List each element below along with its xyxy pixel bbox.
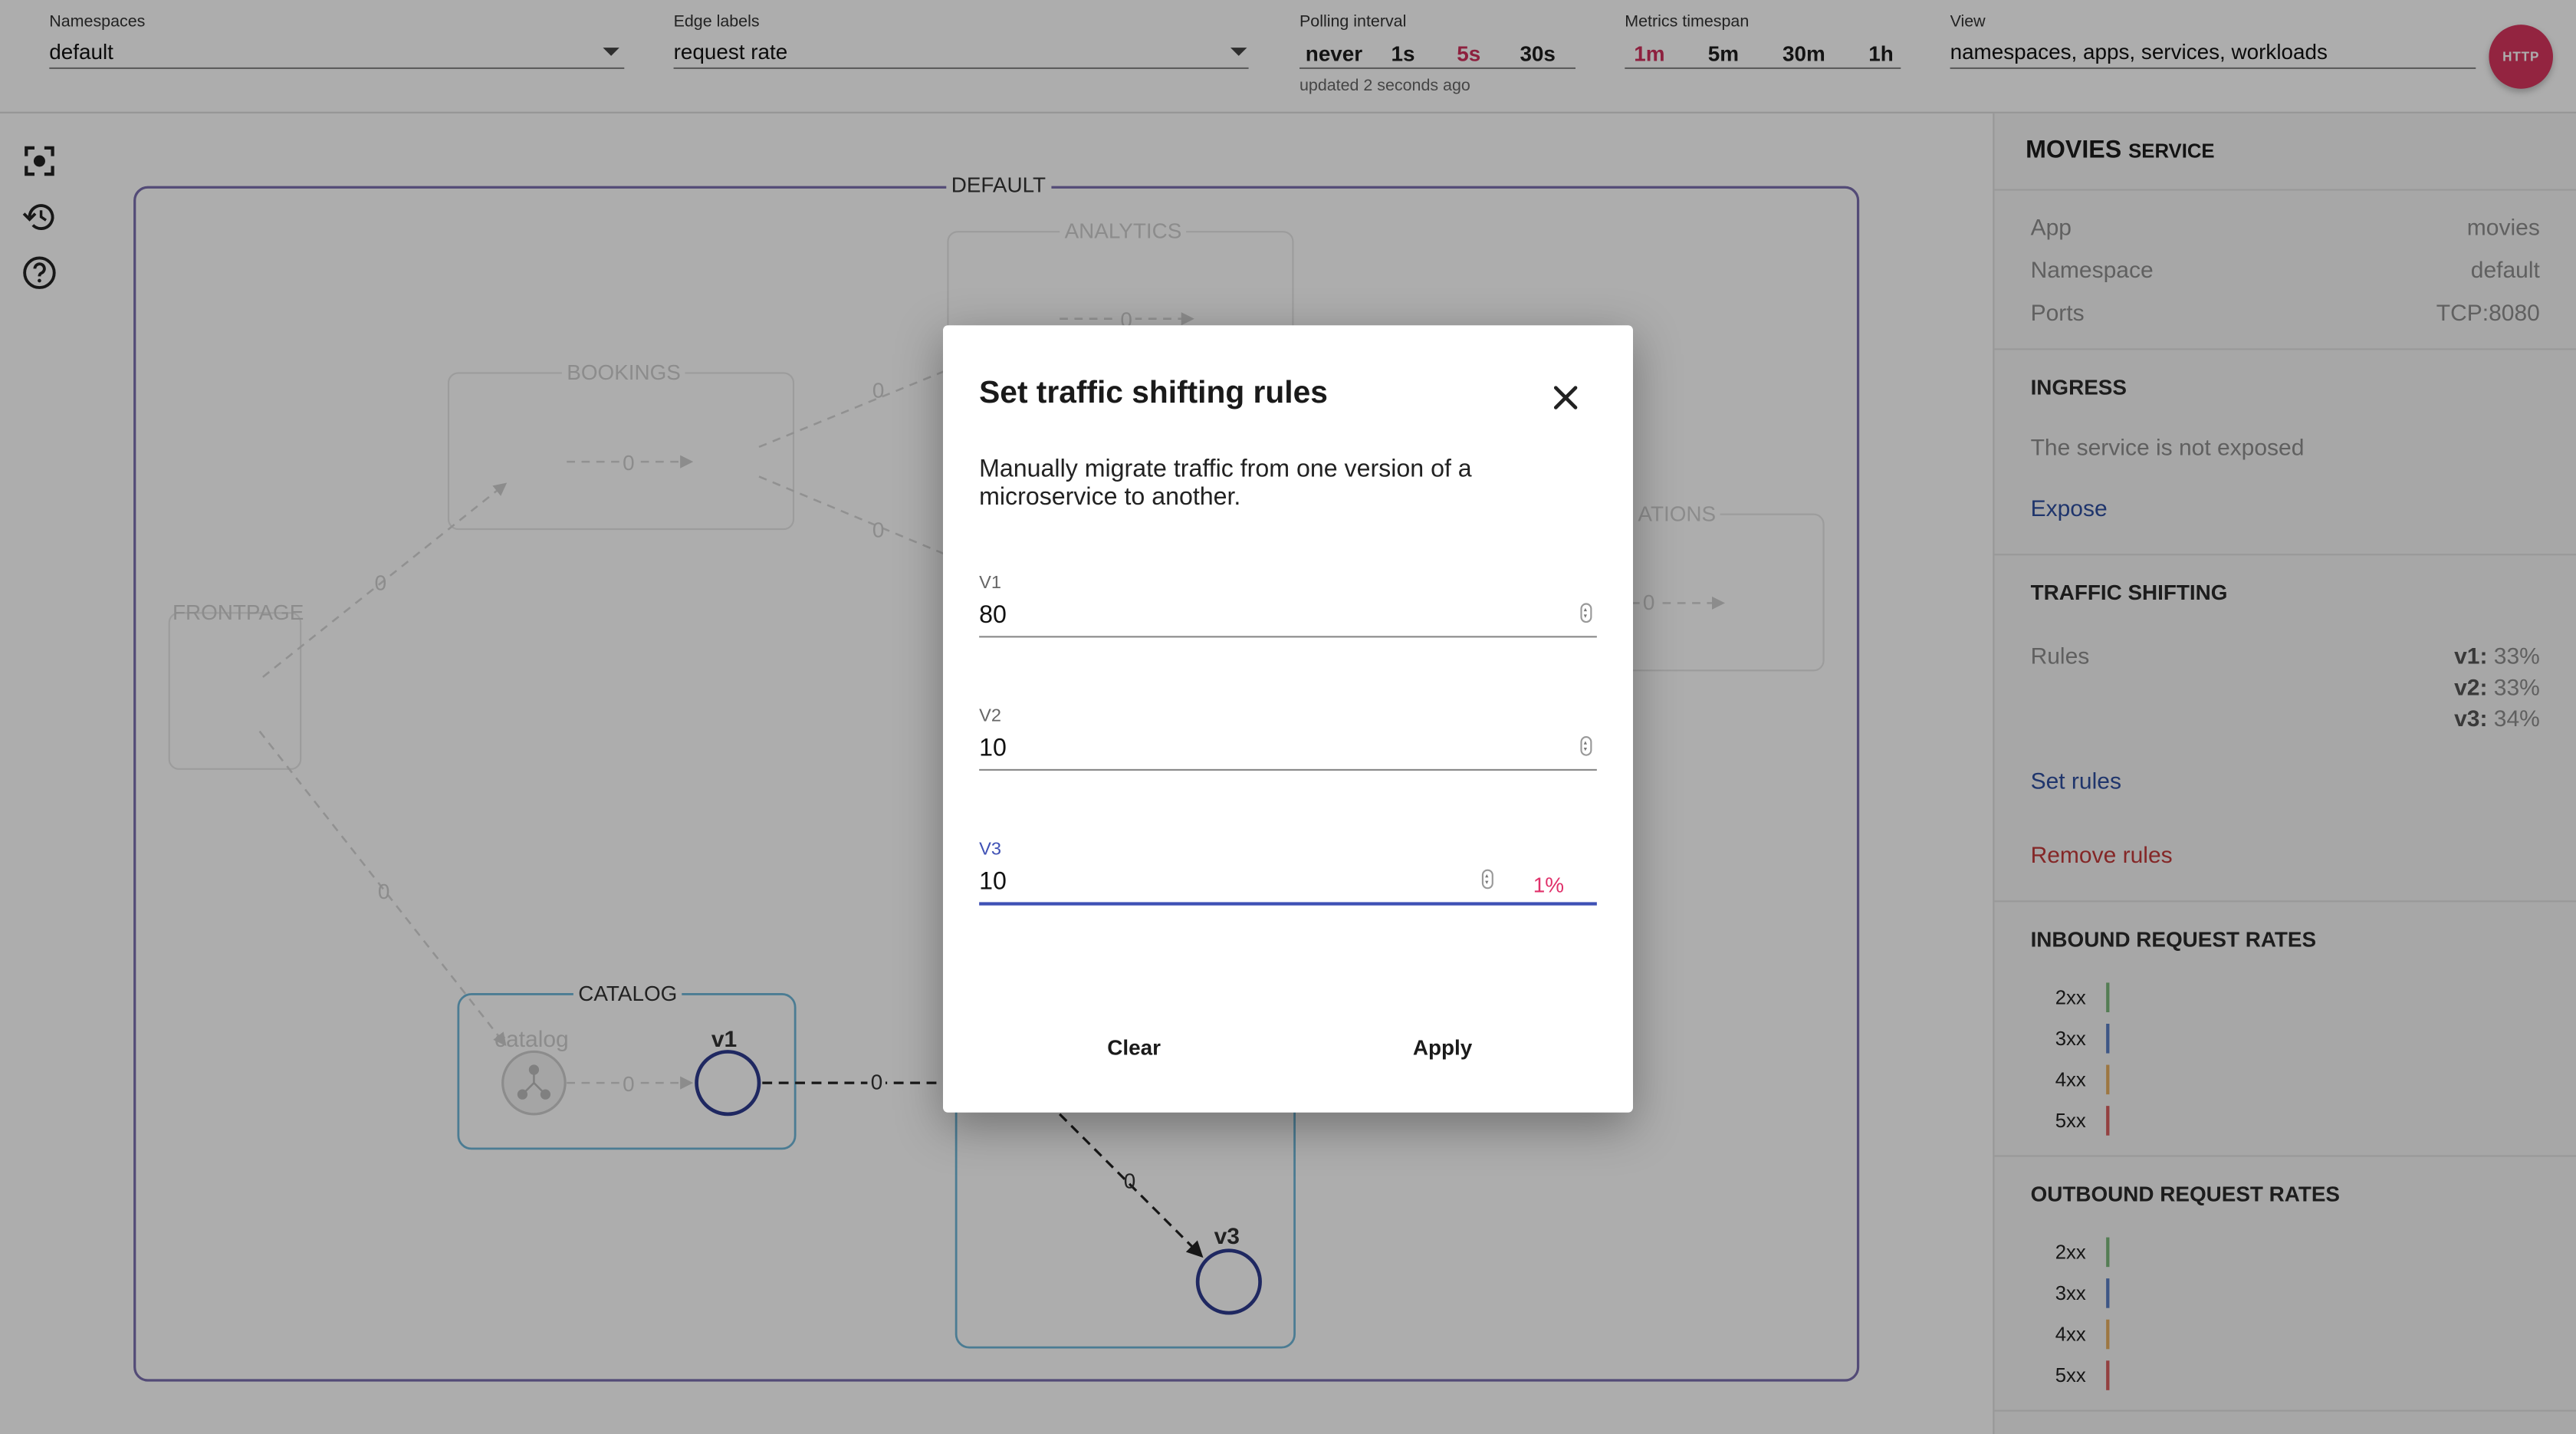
- apply-button[interactable]: Apply: [1413, 1035, 1472, 1060]
- v2-underline: [979, 768, 1597, 771]
- v1-stepper[interactable]: [1580, 603, 1592, 623]
- clear-button[interactable]: Clear: [1107, 1035, 1161, 1060]
- dialog-description: Manually migrate traffic from one versio…: [979, 455, 1472, 511]
- close-icon[interactable]: [1544, 377, 1587, 419]
- v2-input[interactable]: [979, 729, 1538, 766]
- v3-remaining-percent: 1%: [1533, 872, 1564, 897]
- v1-field: V1: [979, 574, 1597, 653]
- v3-underline: [979, 902, 1597, 906]
- v2-field: V2: [979, 706, 1597, 785]
- v3-stepper[interactable]: [1481, 869, 1493, 890]
- traffic-shifting-dialog: Set traffic shifting rules Manually migr…: [943, 325, 1633, 1113]
- v1-label: V1: [979, 573, 1002, 594]
- v3-field: V3 1%: [979, 840, 1597, 919]
- v3-label: V3: [979, 840, 1002, 860]
- v2-label: V2: [979, 706, 1002, 727]
- app-root: Namespaces default Edge labels request r…: [0, 0, 2576, 1434]
- v1-underline: [979, 636, 1597, 638]
- v1-input[interactable]: [979, 596, 1538, 633]
- v3-input[interactable]: [979, 863, 1472, 900]
- v2-stepper[interactable]: [1580, 736, 1592, 756]
- dialog-title: Set traffic shifting rules: [979, 376, 1328, 411]
